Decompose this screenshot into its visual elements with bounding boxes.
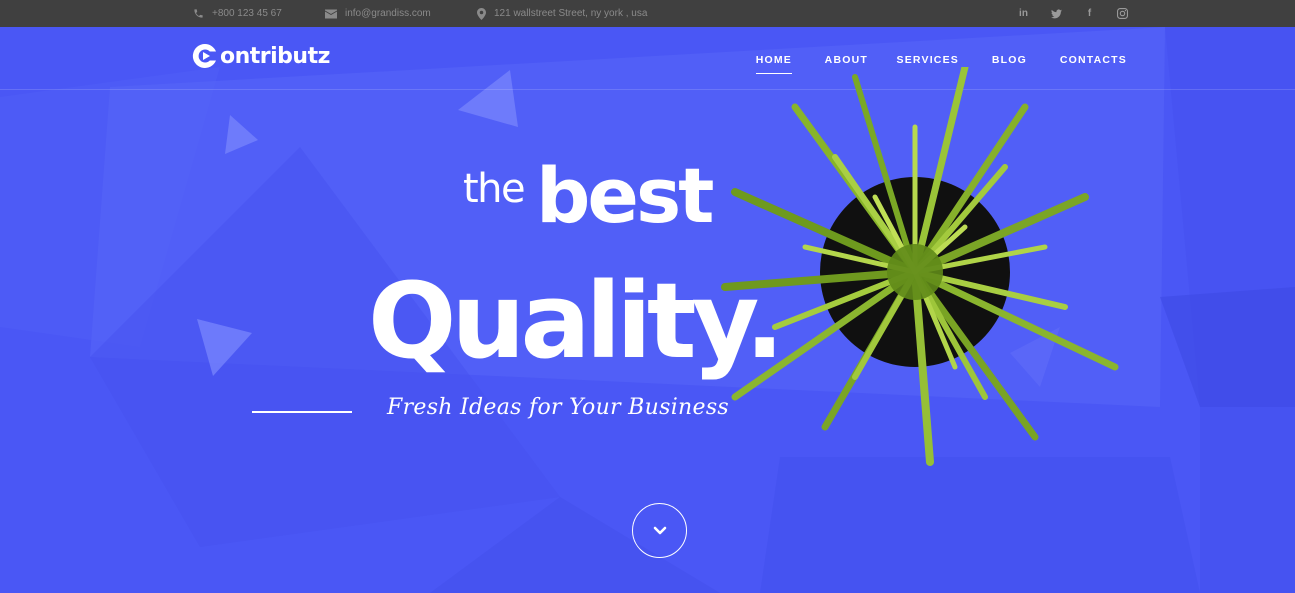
nav-blog[interactable]: BLOG	[992, 54, 1027, 66]
tagline-divider	[252, 411, 352, 413]
phone-text: +800 123 45 67	[212, 8, 282, 19]
hero-tagline: Fresh Ideas for Your Business	[387, 395, 730, 420]
map-pin-icon	[477, 7, 486, 20]
email-text[interactable]: info@grandiss.com	[345, 8, 431, 19]
social-links: in f	[1007, 0, 1139, 27]
email-info[interactable]: info@grandiss.com	[325, 0, 431, 27]
envelope-icon	[325, 9, 337, 18]
instagram-icon[interactable]	[1106, 0, 1139, 27]
headline-best: best	[536, 151, 715, 240]
scroll-down-button[interactable]	[632, 503, 687, 558]
brand-logo[interactable]: ontributz	[192, 43, 330, 69]
headline-the: the	[463, 166, 526, 212]
phone-icon	[194, 9, 203, 18]
nav-contacts[interactable]: CONTACTS	[1060, 54, 1127, 66]
brand-name: ontributz	[220, 43, 330, 69]
logo-mark-icon	[192, 43, 216, 68]
linkedin-icon[interactable]: in	[1007, 0, 1040, 27]
address-info: 121 wallstreet Street, ny york , usa	[477, 0, 647, 27]
nav-home[interactable]: HOME	[755, 54, 793, 74]
twitter-icon[interactable]	[1040, 0, 1073, 27]
nav-services[interactable]: SERVICES	[896, 54, 959, 66]
address-text: 121 wallstreet Street, ny york , usa	[494, 8, 648, 19]
hero-section: ontributz HOME ABOUT SERVICES BLOG CONTA…	[0, 27, 1295, 593]
facebook-icon[interactable]: f	[1073, 0, 1106, 27]
nav-about[interactable]: ABOUT	[825, 54, 868, 66]
headline-quality: Quality.	[368, 260, 784, 382]
chevron-down-icon	[653, 526, 666, 534]
phone-info: +800 123 45 67	[193, 0, 282, 27]
top-info-bar: +800 123 45 67 info@grandiss.com 121 wal…	[0, 0, 1295, 27]
